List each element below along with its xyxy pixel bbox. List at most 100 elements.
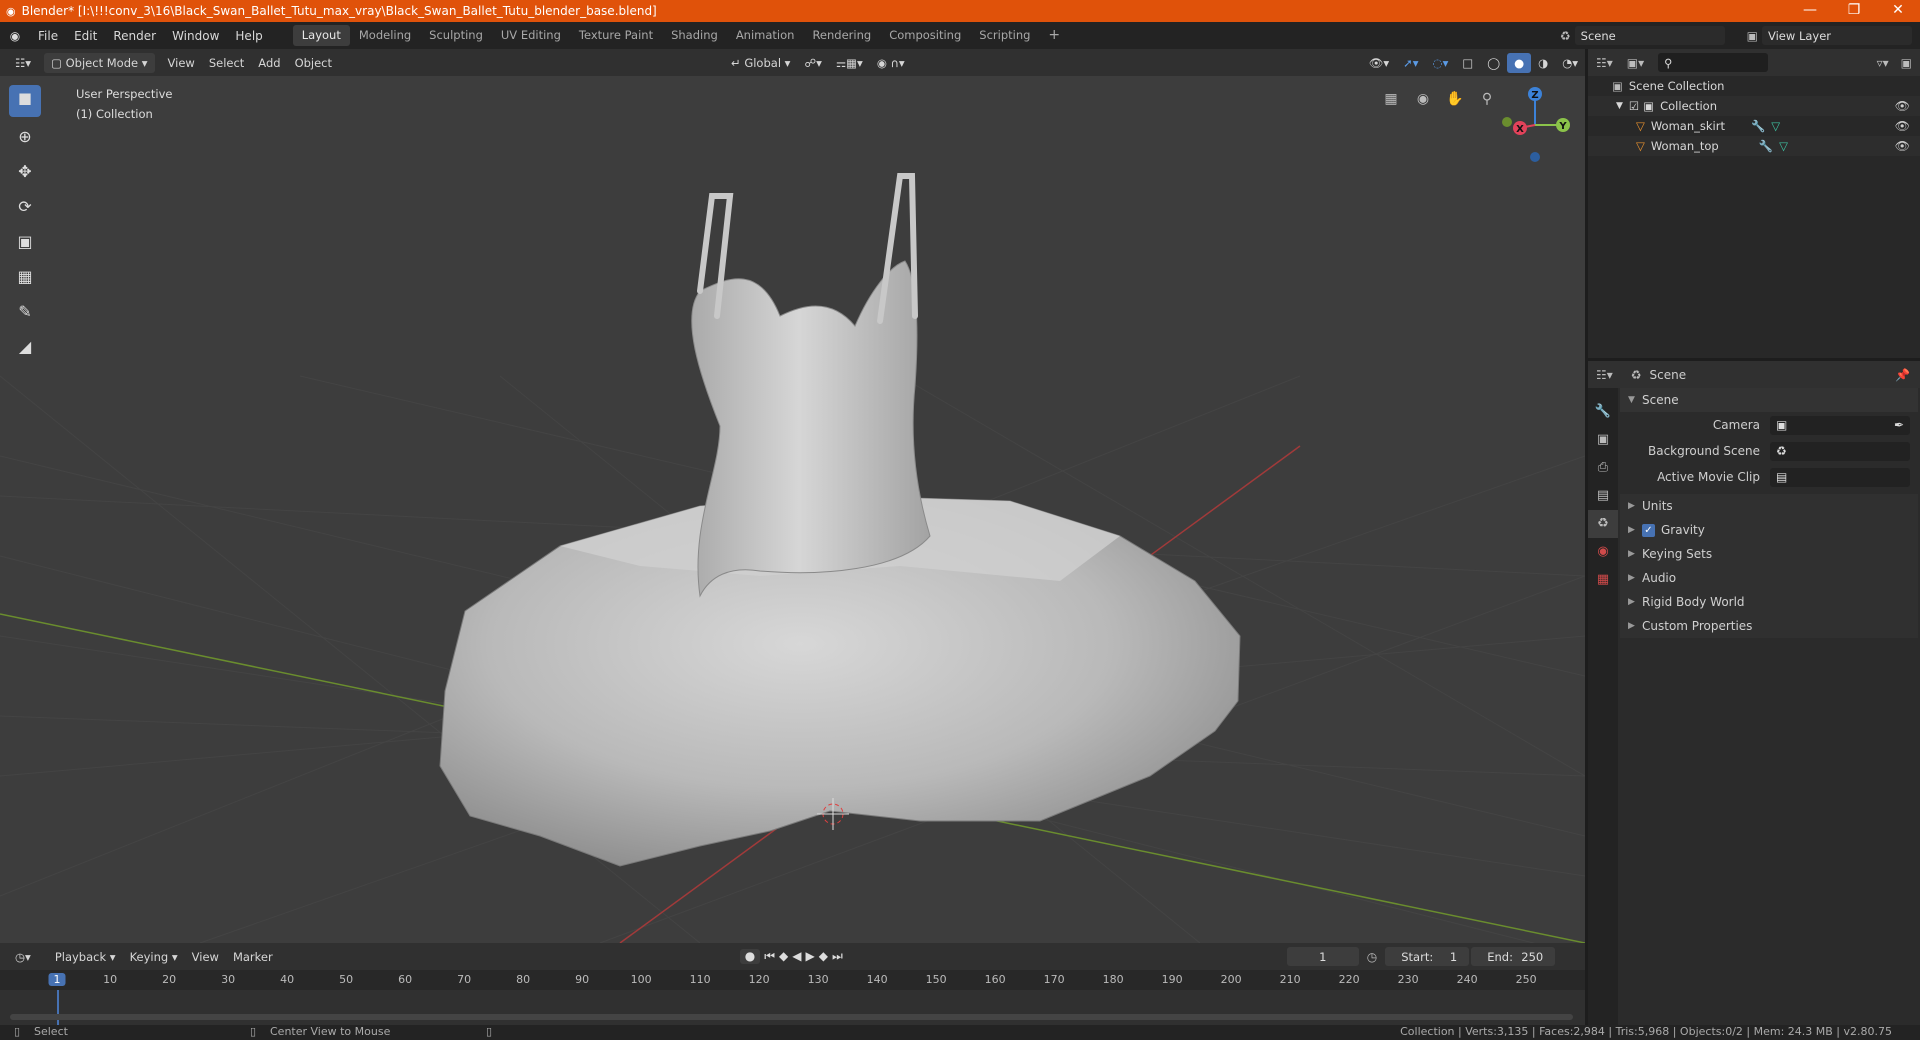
current-frame-field[interactable]: 1	[1286, 947, 1359, 966]
add-workspace-button[interactable]: +	[1039, 25, 1069, 46]
world-tab-icon[interactable]: ◉	[1588, 538, 1618, 566]
scene-panel-header[interactable]: ▼ Scene	[1620, 388, 1918, 412]
pivot-icon[interactable]: ☍▾	[797, 53, 828, 73]
gravity-checkbox[interactable]: ✓	[1642, 523, 1655, 537]
frame-ruler[interactable]: 1 10 20 30 40 50 60 70 80 90 100 110 120 130 140 150 160…	[0, 970, 1585, 990]
next-keyframe-icon[interactable]: ◆	[819, 949, 828, 964]
view-layer-tab-icon[interactable]: ▤	[1588, 482, 1618, 510]
select-box-tool-icon[interactable]: ⯀	[9, 85, 41, 117]
transform-tool-icon[interactable]: ▦	[9, 260, 41, 292]
prev-keyframe-icon[interactable]: ◆	[779, 949, 788, 964]
minimize-button[interactable]: —	[1788, 0, 1832, 22]
active-movie-clip-field[interactable]: ▤	[1770, 467, 1910, 487]
menu-help[interactable]: Help	[227, 29, 270, 43]
outliner-item-woman-skirt[interactable]: ▽ Woman_skirt 🔧 ▽ 👁	[1588, 116, 1920, 136]
viewport-menu-add[interactable]: Add	[251, 53, 287, 73]
overlay-toggle-icon[interactable]: ◌▾	[1426, 53, 1456, 73]
measure-tool-icon[interactable]: ◢	[9, 330, 41, 362]
tab-scripting[interactable]: Scripting	[970, 25, 1039, 46]
timeline-scrollbar[interactable]	[10, 1014, 1573, 1020]
timeline-editor-icon[interactable]: ◷▾	[8, 947, 38, 967]
viewport-menu-object[interactable]: Object	[288, 53, 339, 73]
editor-type-icon[interactable]: ☷▾	[8, 53, 38, 73]
custom-properties-section[interactable]: ▶ Custom Properties	[1620, 614, 1918, 638]
solid-shading-icon[interactable]: ●	[1507, 52, 1532, 73]
navigation-gizmo[interactable]: Z Y X	[1502, 87, 1570, 162]
rendered-shading-icon[interactable]: ◔▾	[1555, 53, 1585, 73]
checkbox-icon[interactable]: ☑	[1629, 99, 1639, 113]
move-tool-icon[interactable]: ✥	[9, 155, 41, 187]
menu-edit[interactable]: Edit	[66, 29, 105, 43]
eye-icon[interactable]: 👁	[1895, 119, 1910, 133]
tab-compositing[interactable]: Compositing	[880, 25, 970, 46]
eye-icon[interactable]: 👁	[1895, 99, 1910, 113]
menu-window[interactable]: Window	[164, 29, 227, 43]
jump-start-icon[interactable]: ⏮	[764, 949, 775, 964]
tab-rendering[interactable]: Rendering	[803, 25, 880, 46]
audio-section[interactable]: ▶ Audio	[1620, 566, 1918, 590]
outliner-editor-icon[interactable]: ☷▾	[1596, 56, 1613, 70]
ortho-toggle-icon[interactable]: ▦	[1378, 86, 1404, 112]
modifier-wrench-icon[interactable]: 🔧	[1759, 139, 1773, 153]
modifier-wrench-icon[interactable]: 🔧	[1751, 119, 1765, 133]
background-scene-field[interactable]: ♻	[1770, 441, 1910, 461]
scale-tool-icon[interactable]: ▣	[9, 225, 41, 257]
rigid-body-world-section[interactable]: ▶ Rigid Body World	[1620, 590, 1918, 614]
keying-sets-section[interactable]: ▶ Keying Sets	[1620, 542, 1918, 566]
timeline-area[interactable]	[0, 990, 1585, 1025]
tab-modeling[interactable]: Modeling	[350, 25, 420, 46]
xray-icon[interactable]: □	[1455, 53, 1480, 73]
tab-shading[interactable]: Shading	[662, 25, 727, 46]
camera-view-icon[interactable]: ◉	[1410, 86, 1436, 112]
timeline-menu-marker[interactable]: Marker	[226, 947, 280, 967]
material-shading-icon[interactable]: ◑	[1531, 53, 1555, 73]
transform-orientation-dropdown[interactable]: ↵ Global ▾	[724, 53, 797, 73]
output-tab-icon[interactable]: ⎙	[1588, 454, 1618, 482]
tutu-bodice[interactable]	[691, 260, 931, 598]
3d-viewport[interactable]: Z Y X ⯀ ⊕ ✥ ⟳ ▣ ▦ ✎ ◢ User Perspective (…	[0, 76, 1585, 943]
texture-tab-icon[interactable]: ▦	[1588, 566, 1618, 594]
tab-uv-editing[interactable]: UV Editing	[492, 25, 570, 46]
outliner-search-input[interactable]: ⚲	[1658, 53, 1769, 72]
blender-menu-icon[interactable]: ◉	[0, 29, 30, 43]
play-reverse-icon[interactable]: ◀	[792, 949, 801, 964]
end-frame-field[interactable]: End: 250	[1471, 947, 1556, 966]
properties-editor-icon[interactable]: ☷▾	[1596, 368, 1613, 382]
tab-texture-paint[interactable]: Texture Paint	[570, 25, 662, 46]
outliner-scene-collection[interactable]: ▣ Scene Collection	[1588, 76, 1920, 96]
camera-field[interactable]: ▣ ✒	[1770, 415, 1910, 435]
gravity-section[interactable]: ▶ ✓ Gravity	[1620, 518, 1918, 542]
record-icon[interactable]: ●	[739, 949, 761, 964]
display-mode-icon[interactable]: ▣▾	[1627, 56, 1644, 70]
close-button[interactable]: ✕	[1876, 0, 1920, 22]
object-mode-dropdown[interactable]: ▢ Object Mode ▾	[44, 52, 155, 73]
eye-icon[interactable]: 👁	[1895, 139, 1910, 153]
annotate-tool-icon[interactable]: ✎	[9, 295, 41, 327]
timeline-menu-view[interactable]: View	[185, 947, 226, 967]
mesh-data-icon[interactable]: ▽	[1771, 119, 1780, 133]
scene-icon[interactable]: ♻	[1560, 29, 1571, 43]
timeline-menu-playback[interactable]: Playback ▾	[48, 947, 123, 967]
tab-layout[interactable]: Layout	[292, 25, 350, 46]
snap-icon[interactable]: ⚎▦▾	[829, 53, 870, 73]
view-layer-icon[interactable]: ▣	[1747, 29, 1758, 43]
clock-icon[interactable]: ◷	[1367, 950, 1377, 964]
jump-end-icon[interactable]: ⏭	[832, 949, 843, 964]
new-collection-icon[interactable]: ▣	[1901, 56, 1912, 70]
units-section[interactable]: ▶ Units	[1620, 494, 1918, 518]
proportional-edit-icon[interactable]: ◉ ∩▾	[870, 53, 912, 73]
collapse-icon[interactable]: ▼	[1616, 101, 1623, 111]
visibility-icon[interactable]: 👁▾	[1362, 53, 1396, 73]
tab-animation[interactable]: Animation	[727, 25, 804, 46]
scene-selector[interactable]: Scene	[1574, 26, 1725, 45]
maximize-button[interactable]: ❐	[1832, 0, 1876, 22]
viewport-menu-select[interactable]: Select	[202, 53, 251, 73]
filter-icon[interactable]: ▿▾	[1877, 56, 1889, 70]
menu-file[interactable]: File	[30, 29, 66, 43]
cursor-tool-icon[interactable]: ⊕	[9, 120, 41, 152]
menu-render[interactable]: Render	[105, 29, 164, 43]
start-frame-field[interactable]: Start: 1	[1385, 947, 1470, 966]
viewport-menu-view[interactable]: View	[161, 53, 202, 73]
timeline-menu-keying[interactable]: Keying ▾	[123, 947, 185, 967]
wireframe-shading-icon[interactable]: ◯	[1480, 53, 1507, 73]
